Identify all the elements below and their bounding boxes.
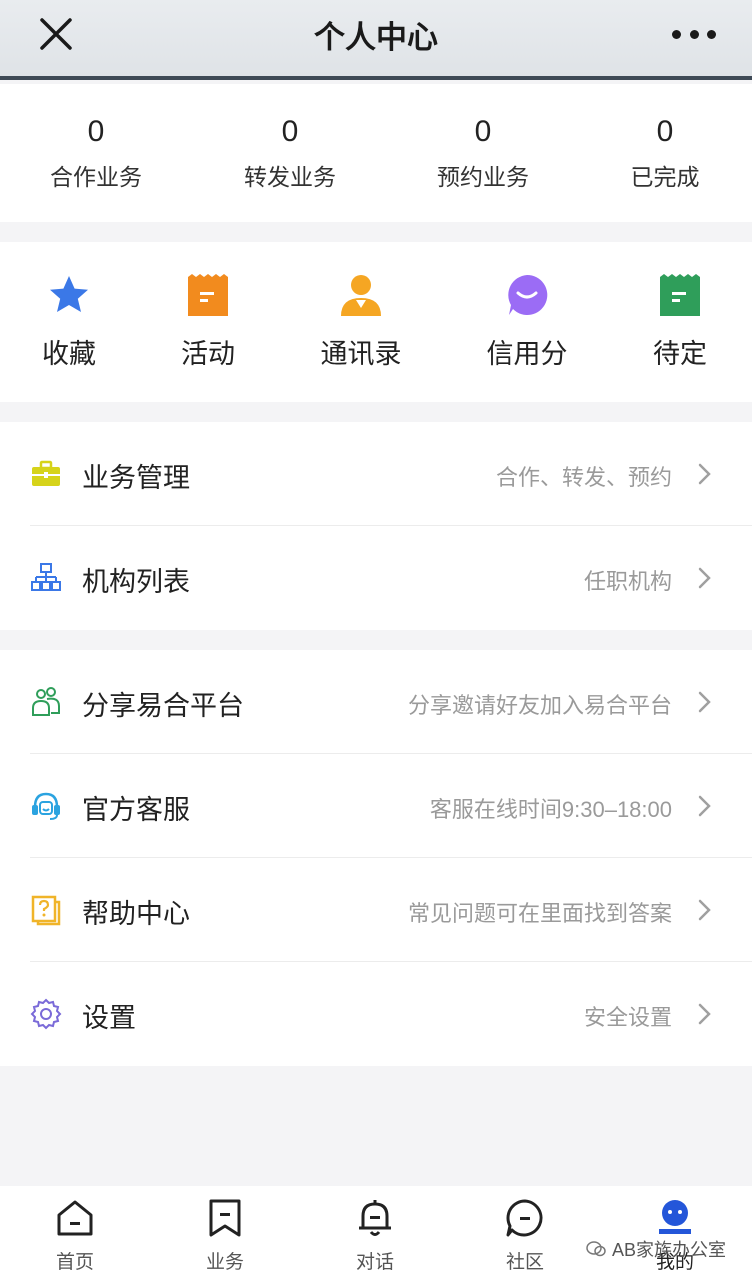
quick-favorites[interactable]: 收藏 bbox=[0, 272, 144, 371]
tab-business[interactable]: 业务 bbox=[170, 1198, 280, 1274]
page-title: 个人中心 bbox=[314, 20, 438, 55]
wechat-icon bbox=[586, 1241, 606, 1257]
stat-reservation[interactable]: 0 预约业务 bbox=[403, 114, 563, 192]
community-icon bbox=[506, 1199, 543, 1237]
stat-value: 0 bbox=[281, 115, 299, 148]
menu-item-org-list[interactable]: 机构列表 任职机构 bbox=[0, 526, 752, 630]
menu-label: 官方客服 bbox=[82, 795, 190, 825]
stat-label: 预约业务 bbox=[437, 164, 529, 190]
stat-label: 已完成 bbox=[630, 164, 700, 190]
menu-label: 机构列表 bbox=[82, 567, 190, 597]
tab-label: 对话 bbox=[355, 1252, 394, 1273]
headset-icon bbox=[32, 792, 60, 820]
chevron-right-icon bbox=[698, 463, 711, 485]
share-users-icon bbox=[32, 687, 60, 716]
menu-item-business-management[interactable]: 业务管理 合作、转发、预约 bbox=[0, 422, 752, 526]
menu-group-more: 分享易合平台 分享邀请好友加入易合平台 官方客服 客服在线时间9:30–18:0… bbox=[0, 650, 752, 1066]
chat-bell-icon bbox=[359, 1200, 391, 1236]
menu-desc: 任职机构 bbox=[583, 569, 672, 594]
menu-desc: 常见问题可在里面找到答案 bbox=[407, 901, 672, 926]
menu-item-share-platform[interactable]: 分享易合平台 分享邀请好友加入易合平台 bbox=[0, 650, 752, 754]
profile-page: 个人中心 0 合作业务 0 转发业务 0 预约业务 0 已完成 收藏 活动 通讯… bbox=[0, 0, 752, 1283]
chevron-right-icon bbox=[698, 795, 711, 817]
menu-desc: 分享邀请好友加入易合平台 bbox=[407, 693, 672, 718]
menu-desc: 客服在线时间9:30–18:00 bbox=[429, 797, 672, 822]
tab-home[interactable]: 首页 bbox=[20, 1198, 130, 1274]
org-chart-icon bbox=[31, 563, 61, 591]
more-icon[interactable] bbox=[672, 20, 716, 48]
menu-label: 帮助中心 bbox=[82, 899, 190, 929]
quick-contacts[interactable]: 通讯录 bbox=[286, 272, 436, 371]
quick-label: 信用分 bbox=[486, 339, 568, 369]
tab-community[interactable]: 社区 bbox=[470, 1198, 580, 1274]
credit-icon bbox=[504, 272, 550, 318]
profile-icon bbox=[659, 1200, 691, 1234]
quick-pending[interactable]: 待定 bbox=[605, 272, 752, 371]
tab-label: 社区 bbox=[505, 1252, 544, 1273]
menu-desc: 安全设置 bbox=[583, 1005, 672, 1030]
quick-label: 通讯录 bbox=[320, 339, 402, 369]
bottom-tab-bar: 首页 业务 对话 社区 我的 bbox=[0, 1186, 752, 1283]
star-icon bbox=[46, 272, 92, 318]
stat-value: 0 bbox=[474, 115, 492, 148]
bookmark-icon bbox=[209, 1199, 241, 1237]
contacts-icon bbox=[338, 272, 384, 318]
stat-forward[interactable]: 0 转发业务 bbox=[210, 114, 370, 192]
home-icon bbox=[57, 1200, 93, 1236]
quick-label: 活动 bbox=[181, 339, 235, 369]
stat-value: 0 bbox=[656, 115, 674, 148]
watermark: AB家族办公室 bbox=[586, 1236, 726, 1262]
quick-actions: 收藏 活动 通讯录 信用分 待定 bbox=[0, 242, 752, 402]
stat-completed[interactable]: 0 已完成 bbox=[585, 114, 745, 192]
quick-activity[interactable]: 活动 bbox=[133, 272, 283, 371]
watermark-text: AB家族办公室 bbox=[611, 1240, 726, 1260]
activity-icon bbox=[185, 272, 231, 318]
chevron-right-icon bbox=[698, 567, 711, 589]
tab-label: 业务 bbox=[205, 1252, 244, 1273]
quick-label: 待定 bbox=[653, 339, 707, 369]
stat-cooperation[interactable]: 0 合作业务 bbox=[16, 114, 176, 192]
quick-label: 收藏 bbox=[42, 339, 96, 369]
stat-label: 转发业务 bbox=[244, 164, 336, 190]
top-bar: 个人中心 bbox=[0, 0, 752, 80]
tab-label: 首页 bbox=[55, 1252, 94, 1273]
chevron-right-icon bbox=[698, 1003, 711, 1025]
chevron-right-icon bbox=[698, 691, 711, 713]
chevron-right-icon bbox=[698, 899, 711, 921]
pending-icon bbox=[657, 272, 703, 318]
menu-item-help-center[interactable]: 帮助中心 常见问题可在里面找到答案 bbox=[0, 858, 752, 962]
stat-value: 0 bbox=[87, 115, 105, 148]
tab-chat[interactable]: 对话 bbox=[320, 1198, 430, 1274]
menu-label: 分享易合平台 bbox=[82, 691, 244, 721]
menu-label: 设置 bbox=[82, 1003, 136, 1033]
menu-item-customer-service[interactable]: 官方客服 客服在线时间9:30–18:00 bbox=[0, 754, 752, 858]
help-icon bbox=[31, 895, 61, 926]
briefcase-icon bbox=[32, 460, 60, 486]
stat-label: 合作业务 bbox=[50, 164, 142, 190]
menu-item-settings[interactable]: 设置 安全设置 bbox=[0, 962, 752, 1066]
gear-icon bbox=[30, 998, 62, 1030]
stats-panel: 0 合作业务 0 转发业务 0 预约业务 0 已完成 bbox=[0, 84, 752, 222]
menu-label: 业务管理 bbox=[82, 463, 190, 493]
menu-group-business: 业务管理 合作、转发、预约 机构列表 任职机构 bbox=[0, 422, 752, 630]
menu-desc: 合作、转发、预约 bbox=[495, 465, 672, 490]
quick-credit[interactable]: 信用分 bbox=[452, 272, 602, 371]
